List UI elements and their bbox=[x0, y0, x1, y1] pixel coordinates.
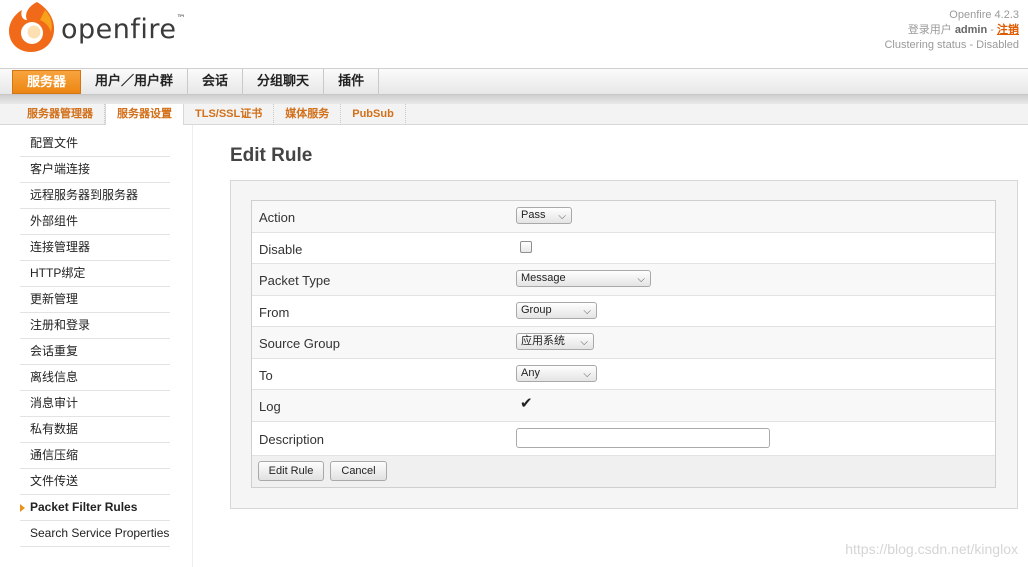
subtab-media-services[interactable]: 媒体服务 bbox=[274, 104, 342, 125]
sidebar-item-connection-managers[interactable]: 连接管理器 bbox=[20, 235, 170, 261]
sidebar-item-session-conflicts[interactable]: 会话重复 bbox=[20, 339, 170, 365]
sidebar-item-message-audit[interactable]: 消息审计 bbox=[20, 391, 170, 417]
watermark: https://blog.csdn.net/kinglox bbox=[845, 541, 1018, 557]
chevron-down-icon: ⌵ bbox=[583, 305, 591, 317]
clustering-status: Clustering status - Disabled bbox=[884, 39, 1019, 51]
source-group-select[interactable]: 应用系统 ⌵ bbox=[516, 333, 594, 350]
action-label: Action bbox=[259, 210, 296, 225]
sidebar-item-external-components[interactable]: 外部组件 bbox=[20, 209, 170, 235]
log-checkbox[interactable]: ✔ bbox=[520, 395, 533, 412]
disable-row: Disable bbox=[252, 232, 995, 264]
from-row: From Group ⌵ bbox=[252, 295, 995, 327]
sidebar-item-s2s[interactable]: 远程服务器到服务器 bbox=[20, 183, 170, 209]
to-label: To bbox=[259, 367, 273, 383]
description-label: Description bbox=[259, 431, 325, 447]
openfire-flame-icon bbox=[9, 2, 55, 52]
main-content: Edit Rule Action Pass ⌵ Disable Packet Ty… bbox=[194, 125, 1028, 567]
sidebar-item-offline-messages[interactable]: 离线信息 bbox=[20, 365, 170, 391]
chevron-down-icon: ⌵ bbox=[583, 368, 591, 380]
sidebar-item-packet-filter-rules[interactable]: Packet Filter Rules bbox=[20, 495, 170, 521]
disable-label: Disable bbox=[259, 241, 303, 257]
packet-type-label: Packet Type bbox=[259, 273, 331, 288]
edit-rule-form: Action Pass ⌵ Disable Packet Type Message… bbox=[251, 200, 996, 488]
tab-server[interactable]: 服务器 bbox=[12, 70, 82, 94]
to-row: To Any ⌵ bbox=[252, 358, 995, 390]
checkmark-icon: ✔ bbox=[520, 395, 533, 412]
tab-sessions[interactable]: 会话 bbox=[188, 69, 244, 95]
sidebar-item-private-data[interactable]: 私有数据 bbox=[20, 417, 170, 443]
subtab-pubsub[interactable]: PubSub bbox=[341, 104, 406, 125]
subtab-divider bbox=[0, 95, 1028, 104]
subtab-tls-ssl[interactable]: TLS/SSL证书 bbox=[184, 104, 275, 125]
description-row: Description bbox=[252, 421, 995, 456]
login-prefix: 登录用户 bbox=[907, 24, 952, 36]
button-row: Edit Rule Cancel bbox=[252, 455, 995, 487]
cancel-button[interactable]: Cancel bbox=[330, 460, 387, 481]
logout-link[interactable]: 注销 bbox=[997, 24, 1019, 36]
chevron-down-icon: ⌵ bbox=[580, 337, 588, 348]
header: openfire™ Openfire 4.2.3 登录用户 admin - 注销… bbox=[0, 0, 1028, 68]
from-label: From bbox=[259, 304, 290, 320]
from-select[interactable]: Group ⌵ bbox=[516, 301, 597, 319]
log-label: Log bbox=[259, 399, 281, 414]
action-row: Action Pass ⌵ bbox=[252, 201, 995, 233]
edit-rule-button[interactable]: Edit Rule bbox=[258, 460, 324, 481]
source-group-label: Source Group bbox=[259, 336, 340, 351]
to-select[interactable]: Any ⌵ bbox=[516, 364, 597, 382]
username: admin bbox=[954, 24, 988, 36]
user-info: Openfire 4.2.3 登录用户 admin - 注销 Clusterin… bbox=[884, 8, 1019, 53]
subtab-server-settings[interactable]: 服务器设置 bbox=[105, 104, 184, 126]
version-text: Openfire 4.2.3 bbox=[949, 9, 1019, 21]
action-select[interactable]: Pass ⌵ bbox=[516, 207, 572, 224]
openfire-logo[interactable]: openfire™ bbox=[7, 0, 186, 60]
sidebar-item-registration-login[interactable]: 注册和登录 bbox=[20, 313, 170, 339]
log-row: Log ✔ bbox=[252, 390, 995, 422]
sidebar-item-profile[interactable]: 配置文件 bbox=[20, 131, 170, 157]
chevron-down-icon: ⌵ bbox=[558, 211, 566, 222]
sidebar-item-update-manager[interactable]: 更新管理 bbox=[20, 287, 170, 313]
packet-type-select[interactable]: Message ⌵ bbox=[516, 270, 651, 287]
tab-users-groups[interactable]: 用户／用户群 bbox=[81, 69, 189, 95]
sidebar-item-compression[interactable]: 通信压缩 bbox=[20, 443, 170, 469]
disable-checkbox[interactable] bbox=[520, 240, 532, 253]
description-input[interactable] bbox=[516, 427, 770, 448]
sidebar-item-client-connections[interactable]: 客户端连接 bbox=[20, 157, 170, 183]
source-group-row: Source Group 应用系统 ⌵ bbox=[252, 327, 995, 359]
sidebar-item-search-service[interactable]: Search Service Properties bbox=[20, 521, 170, 547]
main-tabs: 服务器 用户／用户群 会话 分组聊天 插件 bbox=[0, 68, 1028, 95]
sub-tabs: 服务器管理器 服务器设置 TLS/SSL证书 媒体服务 PubSub bbox=[0, 104, 1028, 126]
sidebar: 配置文件 客户端连接 远程服务器到服务器 外部组件 连接管理器 HTTP绑定 更… bbox=[0, 125, 193, 567]
sidebar-item-http-binding[interactable]: HTTP绑定 bbox=[20, 261, 170, 287]
packet-type-row: Packet Type Message ⌵ bbox=[252, 264, 995, 296]
page-title: Edit Rule bbox=[230, 145, 313, 166]
subtab-server-manager[interactable]: 服务器管理器 bbox=[16, 104, 105, 125]
logo-wordmark: openfire™ bbox=[61, 14, 187, 45]
chevron-down-icon: ⌵ bbox=[637, 274, 645, 285]
login-line: 登录用户 admin - 注销 bbox=[907, 24, 1019, 36]
sidebar-item-file-transfer[interactable]: 文件传送 bbox=[20, 469, 170, 495]
tab-plugins[interactable]: 插件 bbox=[324, 69, 380, 95]
tab-group-chat[interactable]: 分组聊天 bbox=[243, 69, 325, 95]
edit-rule-panel: Action Pass ⌵ Disable Packet Type Message… bbox=[230, 180, 1018, 509]
